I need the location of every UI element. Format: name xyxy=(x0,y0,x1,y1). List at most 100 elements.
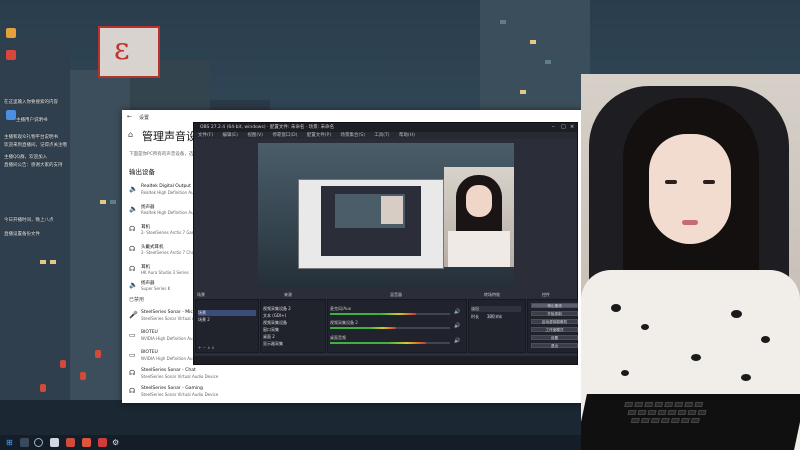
settings-icon[interactable]: ⚙ xyxy=(112,438,121,447)
menu-tools[interactable]: 工具(T) xyxy=(374,133,389,138)
source-item[interactable]: 桌面 2 xyxy=(263,334,275,340)
virtual-camera-button[interactable]: 启动虚拟摄像机 xyxy=(531,319,578,324)
speaker-mute-icon[interactable]: 🔊 xyxy=(454,323,460,329)
desktop-text: 在这里输入你要搜索的内容 xyxy=(4,100,58,105)
mixer-channel-meter xyxy=(330,342,426,344)
menu-docks[interactable]: 停靠窗口(D) xyxy=(272,133,297,138)
preview-nested-window xyxy=(298,179,444,269)
scene-transition-dock[interactable]: 淡出 时长 300 ms xyxy=(468,299,526,353)
desktop-text: 直播间公告：感谢大家的支持 xyxy=(4,163,63,168)
menu-profile[interactable]: 配置文件(P) xyxy=(307,133,331,138)
webcam-feed xyxy=(581,74,800,450)
desktop-text: 主播QQ群，欢迎加入 xyxy=(4,155,48,160)
desktop-text: 今日开播时间，晚上八点 xyxy=(4,218,54,223)
speaker-mute-icon[interactable]: 🔊 xyxy=(454,309,460,315)
source-item[interactable]: 显示器采集 xyxy=(263,341,283,347)
output-device-item[interactable]: 🔈 Realtek Digital Output Realtek High De… xyxy=(129,182,197,200)
back-arrow-icon[interactable]: ← xyxy=(127,113,132,120)
streamer-choker xyxy=(663,256,715,260)
task-view-icon[interactable] xyxy=(34,438,43,447)
wallpaper-building xyxy=(70,70,130,450)
speaker-icon: 🔈 xyxy=(129,281,138,289)
obs-icon[interactable] xyxy=(50,438,59,447)
speaker-icon: 🔈 xyxy=(129,185,138,193)
home-icon: ⌂ xyxy=(128,130,134,139)
desktop-app-icon[interactable] xyxy=(6,28,16,38)
source-item[interactable]: 窗口采集 xyxy=(263,327,279,333)
close-icon[interactable]: × xyxy=(570,124,574,130)
scene-item[interactable]: 场景 xyxy=(198,310,257,316)
obs-preview[interactable] xyxy=(258,143,514,287)
mixer-channel-label: 桌面音频 xyxy=(330,335,346,340)
speaker-mute-icon[interactable]: 🔊 xyxy=(454,338,460,344)
source-item[interactable]: 文本 (GDI+) xyxy=(263,313,286,319)
source-item[interactable]: 视频采集设备 xyxy=(263,320,287,326)
output-device-item[interactable]: 🔈 扬声器 Super Series K xyxy=(129,278,195,296)
menu-view[interactable]: 视图(V) xyxy=(247,133,263,138)
wallpaper-shop-sign: ɛ xyxy=(98,26,160,78)
mixer-channel-meter xyxy=(330,327,396,329)
desktop-text: 欢迎来到直播间，记得点关注哦 xyxy=(4,143,67,148)
disabled-device-item[interactable]: ☊ SteelSeries Sonar - Chat SteelSeries S… xyxy=(129,366,239,384)
settings-button[interactable]: 设置 xyxy=(531,335,578,340)
headphones-icon: ☊ xyxy=(129,225,136,233)
stop-streaming-button[interactable]: 停止推流 xyxy=(531,303,578,308)
sources-dock[interactable]: 视频采集设备 2 文本 (GDI+) 视频采集设备 窗口采集 桌面 2 显示器采… xyxy=(260,299,326,353)
obs-window[interactable]: OBS 27.2.4 (64-bit, windows) · 配置文件: 未命名… xyxy=(193,122,578,365)
mixer-dock-title: 混音器 xyxy=(390,292,402,297)
microphone-icon: 🎤 xyxy=(129,311,138,319)
headphones-icon: ☊ xyxy=(129,369,136,377)
headphones-icon: ☊ xyxy=(129,265,136,273)
search-icon[interactable] xyxy=(20,438,29,447)
controls-dock-title: 控件 xyxy=(542,292,550,297)
desktop-app-icon[interactable] xyxy=(6,110,16,120)
mixer-channel-label: 麦克风/Aux xyxy=(330,306,351,311)
desktop-app-icon[interactable] xyxy=(6,50,16,60)
output-device-item[interactable]: 🔈 扬声器 Realtek High Definition Au... xyxy=(129,202,197,220)
desktop-text: 主播和观众礼物平台说明书 xyxy=(4,135,58,140)
sources-dock-title: 来源 xyxy=(284,292,292,297)
transition-duration-label: 时长 xyxy=(471,314,479,319)
preview-webcam-source xyxy=(444,167,514,267)
desktop-text: 直播设置备份文件 xyxy=(4,232,40,237)
windows-start-icon[interactable]: ⊞ xyxy=(6,439,13,447)
browser-icon[interactable] xyxy=(66,438,75,447)
headset-icon: ☊ xyxy=(129,245,136,253)
scenes-dock[interactable]: 场景 场景 2 + − ∧ ∨ xyxy=(195,299,259,353)
minimize-icon[interactable]: – xyxy=(552,124,555,130)
keyboard xyxy=(581,394,800,450)
controls-dock[interactable]: 停止推流 开始录制 启动虚拟摄像机 工作室模式 设置 退出 xyxy=(527,299,578,353)
menu-edit[interactable]: 编辑(E) xyxy=(223,133,238,138)
menu-scene-collection[interactable]: 场景集合(S) xyxy=(340,133,364,138)
transition-duration-input[interactable]: 300 ms xyxy=(487,314,502,319)
music-icon[interactable] xyxy=(82,438,91,447)
monitor-icon: ▭ xyxy=(129,351,136,359)
scenes-dock-title: 场景 xyxy=(197,292,205,297)
speaker-icon: 🔈 xyxy=(129,205,138,213)
obs-menubar: 文件(F) 编辑(E) 视图(V) 停靠窗口(D) 配置文件(P) 场景集合(S… xyxy=(194,132,577,139)
scene-toolbar[interactable]: + − ∧ ∨ xyxy=(198,345,214,350)
menu-file[interactable]: 文件(F) xyxy=(198,133,213,138)
app-icon[interactable] xyxy=(98,438,107,447)
obs-titlebar: OBS 27.2.4 (64-bit, windows) · 配置文件: 未命名… xyxy=(194,123,577,132)
transition-dock-title: 转场特效 xyxy=(484,292,500,297)
maximize-icon[interactable]: □ xyxy=(561,124,566,130)
output-device-item[interactable]: ☊ 耳机 2- SteelSeries Arctis 7 Gam... xyxy=(129,222,200,240)
page-subtitle: 下面是你PC所有的声音设备，选择... xyxy=(129,152,203,157)
scene-item[interactable]: 场景 2 xyxy=(198,317,210,323)
windows-taskbar: ⊞ ⚙ xyxy=(0,435,581,450)
output-device-item[interactable]: ☊ 头戴式耳机 2- SteelSeries Arctis 7 Chat xyxy=(129,242,196,260)
audio-mixer-dock[interactable]: 麦克风/Aux 视频采集设备 2 桌面音频 🔊 🔊 🔊 xyxy=(327,299,467,353)
disabled-device-item[interactable]: ☊ SteelSeries Sonar - Gaming SteelSeries… xyxy=(129,384,239,402)
mixer-channel-meter xyxy=(330,313,416,315)
section-disabled-devices: 已禁用 xyxy=(129,297,145,303)
studio-mode-button[interactable]: 工作室模式 xyxy=(531,327,578,332)
obs-statusbar xyxy=(194,356,577,364)
menu-help[interactable]: 帮助(H) xyxy=(399,133,415,138)
start-recording-button[interactable]: 开始录制 xyxy=(531,311,578,316)
desktop-text: 主播用户说明书 xyxy=(16,118,48,123)
exit-button[interactable]: 退出 xyxy=(531,343,578,348)
headphones-icon: ☊ xyxy=(129,387,136,395)
transition-select[interactable]: 淡出 xyxy=(471,306,521,312)
source-item[interactable]: 视频采集设备 2 xyxy=(263,306,291,312)
